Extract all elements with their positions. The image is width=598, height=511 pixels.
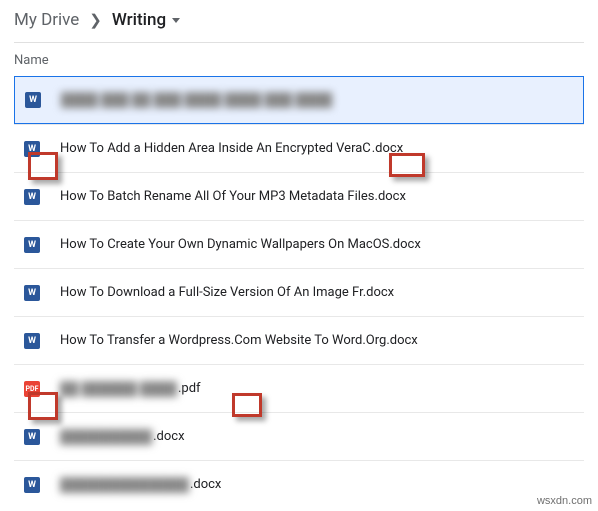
breadcrumb-folder-label: Writing bbox=[112, 10, 166, 30]
file-row[interactable]: W How To Add a Hidden Area Inside An Enc… bbox=[14, 124, 584, 172]
column-header-name[interactable]: Name bbox=[0, 43, 598, 76]
file-row[interactable]: W How To Transfer a Wordpress.Com Websit… bbox=[14, 316, 584, 364]
word-icon: W bbox=[24, 285, 40, 301]
chevron-down-icon bbox=[172, 18, 180, 23]
watermark: wsxdn.com bbox=[537, 495, 592, 507]
file-name: How To Add a Hidden Area Inside An Encry… bbox=[60, 141, 403, 156]
word-icon: W bbox=[24, 237, 40, 253]
word-icon: W bbox=[24, 333, 40, 349]
file-list: W ████ ███ ██ ███ ████ ████ ███ ████ W H… bbox=[0, 76, 598, 508]
chevron-right-icon: ❯ bbox=[89, 11, 102, 29]
file-name: ██ ██████ ████ .pdf bbox=[60, 381, 201, 397]
breadcrumb: My Drive ❯ Writing bbox=[0, 0, 598, 42]
file-row[interactable]: W How To Batch Rename All Of Your MP3 Me… bbox=[14, 172, 584, 220]
file-row[interactable]: W ██████████████ .docx bbox=[14, 460, 584, 508]
word-icon: W bbox=[24, 429, 40, 445]
file-row[interactable]: W How To Create Your Own Dynamic Wallpap… bbox=[14, 220, 584, 268]
file-name: ████ ███ ██ ███ ████ ████ ███ ████ bbox=[61, 92, 333, 108]
file-row[interactable]: PDF ██ ██████ ████ .pdf bbox=[14, 364, 584, 412]
pdf-icon: PDF bbox=[24, 381, 40, 397]
breadcrumb-current[interactable]: Writing bbox=[112, 10, 180, 30]
word-icon: W bbox=[24, 189, 40, 205]
file-name: ██████████ .docx bbox=[60, 429, 185, 445]
file-name: ██████████████ .docx bbox=[60, 477, 221, 493]
file-row[interactable]: W ████ ███ ██ ███ ████ ████ ███ ████ bbox=[14, 76, 584, 124]
file-name: How To Download a Full-Size Version Of A… bbox=[60, 285, 394, 300]
file-row[interactable]: W How To Download a Full-Size Version Of… bbox=[14, 268, 584, 316]
word-icon: W bbox=[24, 141, 40, 157]
file-name: How To Transfer a Wordpress.Com Website … bbox=[60, 333, 418, 348]
breadcrumb-root[interactable]: My Drive bbox=[14, 10, 79, 30]
file-row[interactable]: W ██████████ .docx bbox=[14, 412, 584, 460]
file-name: How To Create Your Own Dynamic Wallpaper… bbox=[60, 237, 421, 252]
word-icon: W bbox=[24, 477, 40, 493]
word-icon: W bbox=[25, 92, 41, 108]
file-name: How To Batch Rename All Of Your MP3 Meta… bbox=[60, 189, 406, 204]
